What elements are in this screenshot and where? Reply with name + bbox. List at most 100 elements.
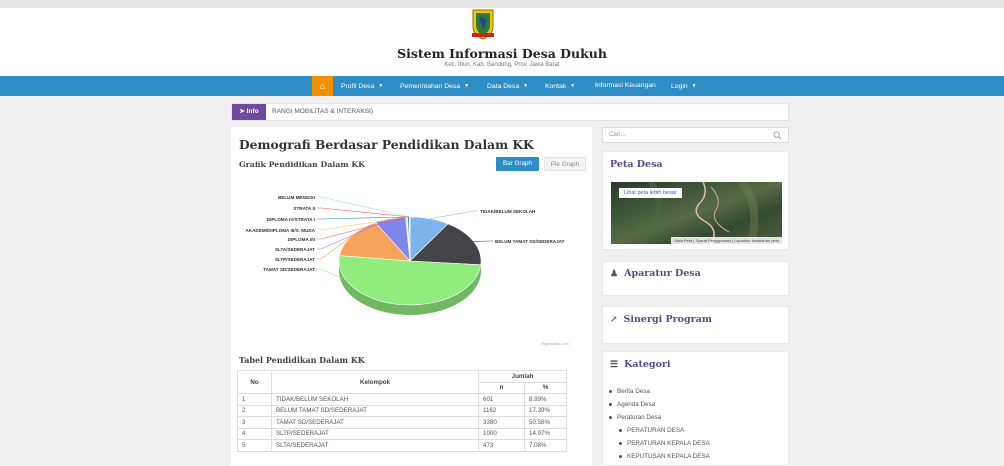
table-row: 2 BELUM TAMAT SD/SEDERAJAT 1162 17.39% <box>237 404 567 417</box>
kategori-item[interactable]: Agenda Desa <box>609 398 710 411</box>
pie-label: BELUM TAMAT SD/SEDERAJAT <box>495 239 565 244</box>
info-ticker-text[interactable]: RANGI MOBILITAS & INTERAKSI) <box>272 104 373 120</box>
map-attribution: Data Peta | Syarat Penggunaan | Laporkan… <box>671 237 782 244</box>
nav-pemerintahan-desa[interactable]: Pemerintahan Desa ▼ <box>400 76 469 96</box>
search-placeholder: Cari... <box>609 131 626 138</box>
table-row: 5 SLTA/SEDERAJAT 473 7.08% <box>237 439 567 452</box>
nav-label: Kontak <box>545 83 567 90</box>
pie-label: BELUM MENGISI <box>278 195 315 200</box>
site-title: Sistem Informasi Desa Dukuh <box>397 46 607 61</box>
page-title: Demografi Berdasar Pendidikan Dalam KK <box>239 137 534 152</box>
nav-informasi-keuangan[interactable]: Informasi Keuangan <box>595 76 656 96</box>
village-map[interactable]: Lihat peta lebih besar Data Peta | Syara… <box>611 182 782 244</box>
pie-label: SLTA/SEDERAJAT <box>275 247 315 252</box>
kategori-widget: ☰ Kategori Berita Desa Agenda Desa Peratu… <box>602 351 789 466</box>
col-no: No <box>237 370 272 394</box>
pie-label-connector <box>317 196 410 218</box>
chevron-down-icon: ▼ <box>523 83 529 89</box>
col-kelompok: Kelompok <box>271 370 479 394</box>
chevron-down-icon: ▼ <box>691 83 697 89</box>
pie-label: DIPLOMA IV/STRATA I <box>267 217 315 222</box>
sinergi-program-title: ↗ Sinergi Program <box>610 314 712 325</box>
search-icon[interactable] <box>773 131 782 140</box>
nav-label: Data Desa <box>487 83 520 90</box>
peta-desa-title: Peta Desa <box>610 159 663 170</box>
education-table: No Kelompok Jumlah n % 1 TIDAK/BELUM SEK… <box>237 370 567 452</box>
col-n: n <box>478 381 525 394</box>
cell-n: 1000 <box>478 427 525 440</box>
cell-pct: 17.39% <box>524 404 567 417</box>
table-row: 1 TIDAK/BELUM SEKOLAH 601 8.99% <box>237 393 567 406</box>
cell-n: 1162 <box>478 404 525 417</box>
aparatur-label: Aparatur Desa <box>624 268 701 279</box>
cell-no: 2 <box>237 404 272 417</box>
sinergi-program-widget: ↗ Sinergi Program <box>602 306 789 344</box>
aparatur-desa-widget: ♟ Aparatur Desa <box>602 261 789 296</box>
sinergi-label: Sinergi Program <box>623 314 712 325</box>
chevron-down-icon: ▼ <box>464 83 470 89</box>
peta-desa-widget: Peta Desa Lihat peta lebih besar Data Pe… <box>602 151 789 250</box>
nav-login[interactable]: Login ▼ <box>671 76 697 96</box>
kategori-item[interactable]: Berita Desa <box>609 385 710 398</box>
table-title: Tabel Pendidikan Dalam KK <box>239 355 365 365</box>
cell-no: 5 <box>237 439 272 452</box>
info-ticker: ➤ Info RANGI MOBILITAS & INTERAKSI) <box>231 103 789 121</box>
main-content: Demografi Berdasar Pendidikan Dalam KK G… <box>231 127 592 466</box>
cell-n: 601 <box>478 393 525 406</box>
kategori-subitem[interactable]: PERATURAN KEPALA DESA <box>609 437 710 450</box>
pie-label: SLTP/SEDERAJAT <box>275 257 315 262</box>
cell-kelompok: TAMAT SD/SEDERAJAT <box>271 416 479 429</box>
table-row: 4 SLTP/SEDERAJAT 1000 14.97% <box>237 427 567 440</box>
pie-label-connector <box>317 207 410 218</box>
cell-no: 1 <box>237 393 272 406</box>
kategori-label: Kategori <box>624 359 671 370</box>
map-larger-link[interactable]: Lihat peta lebih besar <box>619 188 682 198</box>
nav-data-desa[interactable]: Data Desa ▼ <box>487 76 528 96</box>
pie-label: DIPLOMA I/II <box>288 237 315 242</box>
user-icon: ♟ <box>610 269 619 279</box>
kategori-subitem[interactable]: KEPUTUSAN KEPALA DESA <box>609 450 710 463</box>
cell-kelompok: SLTA/SEDERAJAT <box>271 439 479 452</box>
aparatur-desa-title: ♟ Aparatur Desa <box>610 268 701 279</box>
chart-title: Grafik Pendidikan Dalam KK <box>239 160 365 169</box>
chevron-down-icon: ▼ <box>378 83 384 89</box>
cell-kelompok: SLTP/SEDERAJAT <box>271 427 479 440</box>
nav-profil-desa[interactable]: Profil Desa ▼ <box>341 76 383 96</box>
kategori-item[interactable]: Peraturan Desa <box>609 411 710 424</box>
cell-pct: 50.58% <box>524 416 567 429</box>
village-logo-icon <box>472 9 494 40</box>
info-badge: ➤ Info <box>232 104 266 120</box>
nav-label: Profil Desa <box>341 83 375 90</box>
external-link-icon: ↗ <box>610 315 618 325</box>
chart-credit: Highcharts.com <box>541 341 569 346</box>
table-row: 3 TAMAT SD/SEDERAJAT 3380 50.58% <box>237 416 567 429</box>
pie-label-connector <box>429 210 478 220</box>
cell-n: 3380 <box>478 416 525 429</box>
main-navbar: ⌂ Profil Desa ▼ Pemerintahan Desa ▼ Data D… <box>0 76 1004 96</box>
site-header: Sistem Informasi Desa Dukuh Kec. Ibun, K… <box>0 8 1004 76</box>
info-badge-label: Info <box>246 108 259 115</box>
home-icon[interactable]: ⌂ <box>312 76 333 96</box>
col-jumlah: Jumlah <box>478 370 567 383</box>
chevron-down-icon: ▼ <box>570 83 576 89</box>
pie-label: TAMAT SD/SEDERAJAT <box>263 267 315 272</box>
top-strip <box>0 0 1004 8</box>
megaphone-icon: ➤ <box>239 108 245 115</box>
nav-label: Pemerintahan Desa <box>400 83 461 90</box>
cell-pct: 7.08% <box>524 439 567 452</box>
nav-kontak[interactable]: Kontak ▼ <box>545 76 575 96</box>
kategori-subitem[interactable]: PERATURAN DESA <box>609 424 710 437</box>
pie-label: STRATA II <box>293 206 315 211</box>
kategori-title: ☰ Kategori <box>610 359 671 370</box>
pie-graph-button[interactable]: Pie Graph <box>544 157 586 171</box>
nav-label: Login <box>671 83 688 90</box>
cell-no: 3 <box>237 416 272 429</box>
list-icon: ☰ <box>610 360 619 370</box>
nav-label: Informasi Keuangan <box>595 82 656 89</box>
education-pie-chart: TIDAK/BELUM SEKOLAH BELUM TAMAT SD/SEDERA… <box>245 195 565 315</box>
search-input[interactable]: Cari... <box>602 127 789 143</box>
cell-n: 473 <box>478 439 525 452</box>
bar-graph-button[interactable]: Bar Graph <box>496 157 539 171</box>
site-subtitle: Kec. Ibun, Kab. Bandung, Prov. Jawa Bara… <box>444 62 560 68</box>
kategori-list: Berita Desa Agenda Desa Peraturan Desa P… <box>609 385 710 463</box>
